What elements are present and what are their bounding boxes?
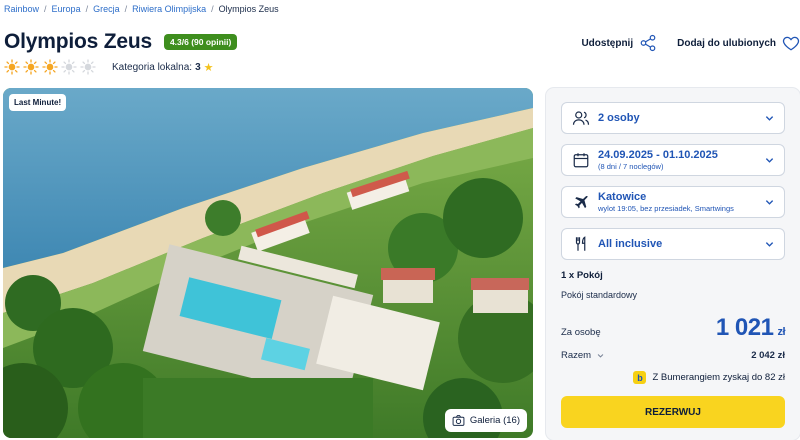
price-currency: zł [777,326,785,338]
breadcrumb-current: Olympios Zeus [218,4,279,14]
price-per-person-amount: 1 021 zł [715,314,786,342]
price-per-person-label: Za osobę [561,327,601,338]
rating-badge[interactable]: 4.3/6 (90 opinii) [163,34,238,50]
title-row: Olympios Zeus 4.3/6 (90 opinii) [4,30,238,54]
resort-aerial-photo [3,88,533,438]
persons-select[interactable]: 2 osoby [561,102,785,134]
sun-icon-filled [42,59,58,75]
bumerang-icon: b [633,371,647,384]
dates-duration: (8 dni / 7 noclegów) [598,162,664,171]
favorite-label: Dodaj do ulubionych [677,37,776,49]
bumerang-info: b Z Bumerangiem zyskaj do 82 zł [561,371,785,384]
chevron-down-icon [765,116,774,121]
gallery-label: Galeria (16) [469,415,520,426]
header-actions: Udostępnij Dodaj do ulubionych [581,34,800,52]
room-type: Pokój standardowy [561,290,638,300]
hero-image[interactable]: Last Minute! Galeria (16) [3,88,533,438]
camera-icon [452,415,465,426]
departure-details: wylot 19:05, bez przesiadek, Smartwings [598,204,734,213]
local-category-value: 3 [195,62,201,73]
chevron-down-icon [597,354,604,358]
chevron-down-icon [765,242,774,247]
users-icon [572,111,590,125]
board-select[interactable]: All inclusive [561,228,785,260]
reserve-button[interactable]: REZERWUJ [561,396,785,428]
total-label: Razem [561,350,592,361]
chevron-down-icon [765,200,774,205]
breadcrumb-link-rainbow[interactable]: Rainbow [4,4,39,14]
sun-icon-filled [23,59,39,75]
breadcrumb-separator: / [85,4,89,14]
breadcrumb-link-grecja[interactable]: Grecja [93,4,120,14]
chevron-down-icon [765,158,774,163]
sun-icon-empty [61,59,77,75]
dates-select[interactable]: 24.09.2025 - 01.10.2025 (8 dni / 7 nocle… [561,144,785,176]
dates-value: 24.09.2025 - 01.10.2025 [598,149,718,161]
breadcrumb-separator: / [44,4,47,14]
sun-icon-filled [4,59,20,75]
heart-icon [782,36,800,51]
star-icon: ★ [203,62,214,74]
sun-icon-empty [80,59,96,75]
fork-knife-icon [575,236,586,251]
breadcrumb-link-riwiera[interactable]: Riwiera Olimpijska [132,4,206,14]
bumerang-text: Z Bumerangiem zyskaj do 82 zł [652,372,785,383]
local-category: Kategoria lokalna: 3 ★ [112,61,214,74]
share-label: Udostępnij [581,37,634,49]
share-button[interactable]: Udostępnij [581,34,657,52]
gallery-button[interactable]: Galeria (16) [444,409,527,432]
airplane-icon [575,195,588,209]
price-per-person: Za osobę 1 021 zł [561,314,785,342]
favorite-button[interactable]: Dodaj do ulubionych [677,34,800,52]
hotel-stars [4,59,96,75]
last-minute-badge: Last Minute! [9,94,67,111]
booking-panel: 2 osoby 24.09.2025 - 01.10.2025 (8 dni /… [546,88,800,440]
total-toggle[interactable]: Razem [561,350,604,361]
breadcrumb: Rainbow / Europa / Grecja / Riwiera Olim… [4,4,279,14]
hotel-title: Olympios Zeus [4,30,152,53]
total-value: 2 042 zł [751,350,785,361]
local-category-label: Kategoria lokalna: [112,62,193,73]
persons-value: 2 osoby [598,112,640,124]
breadcrumb-link-europa[interactable]: Europa [52,4,81,14]
calendar-icon [573,153,589,168]
price-value: 1 021 [715,314,774,341]
breadcrumb-separator: / [124,4,128,14]
room-count: 1 x Pokój [561,270,603,281]
share-icon [640,34,656,52]
board-value: All inclusive [598,238,663,250]
total-price: Razem 2 042 zł [561,350,785,361]
departure-select[interactable]: Katowice wylot 19:05, bez przesiadek, Sm… [561,186,785,218]
departure-city: Katowice [598,191,647,203]
breadcrumb-separator: / [211,4,214,14]
